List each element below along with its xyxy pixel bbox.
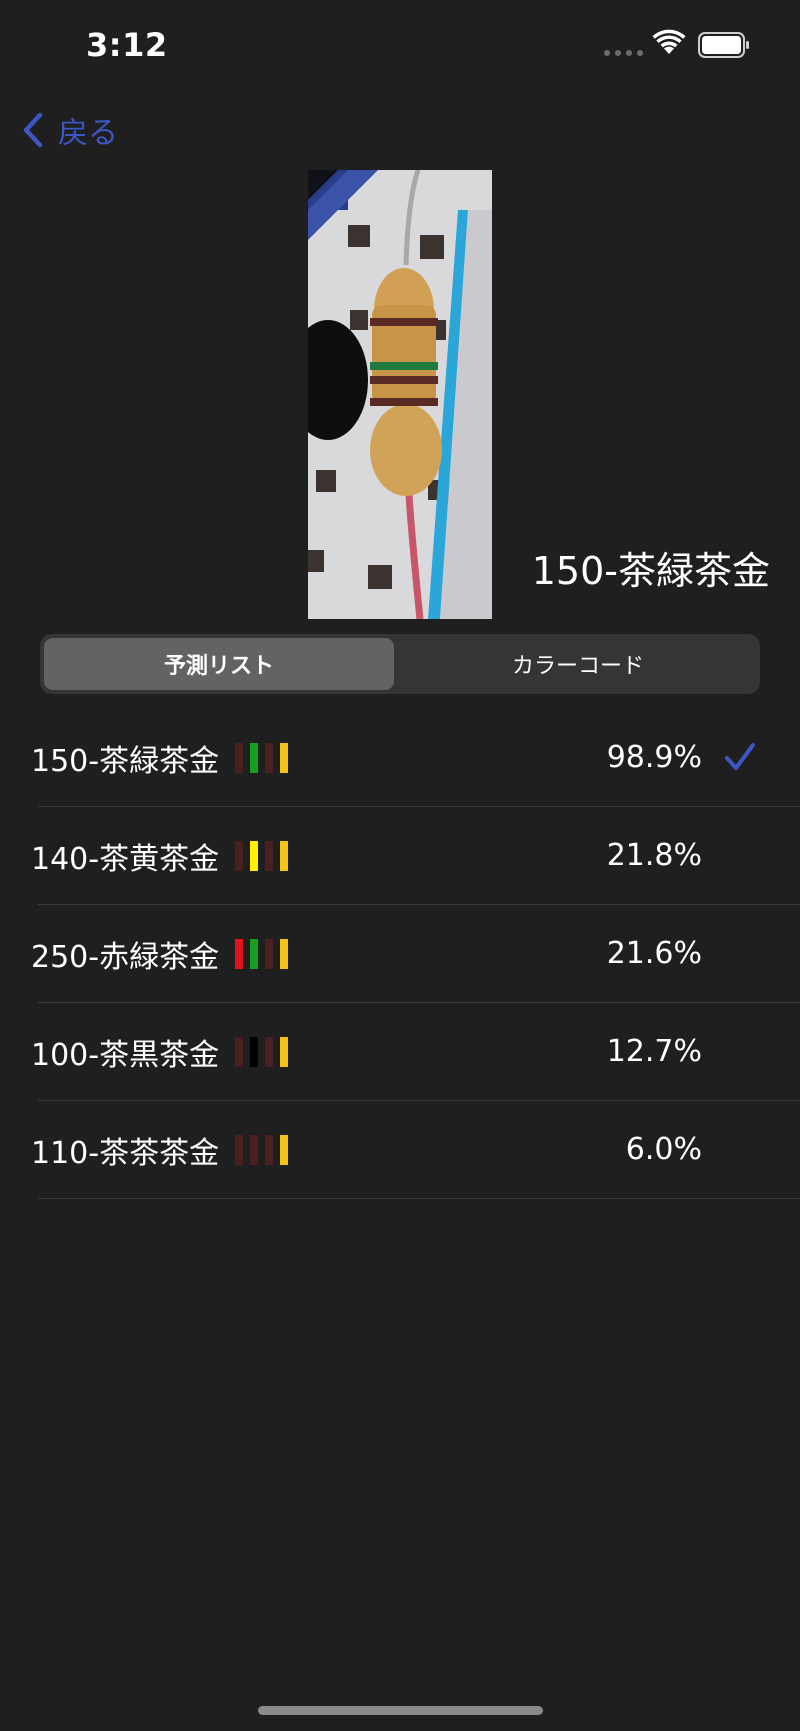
cellular-signal-icon (604, 50, 643, 56)
color-band (250, 841, 259, 871)
segmented-control: 予測リスト カラーコード (40, 634, 760, 694)
color-band (250, 743, 259, 773)
prediction-label: 100-茶黒茶金 (31, 1038, 220, 1073)
back-button[interactable]: 戻る (22, 106, 118, 154)
color-band (280, 1135, 289, 1165)
battery-icon (698, 32, 749, 58)
result-title: 150-茶緑茶金 (531, 549, 770, 593)
color-band (265, 1135, 274, 1165)
color-bands (235, 939, 289, 969)
status-time: 3:12 (86, 26, 168, 64)
color-band (235, 1037, 244, 1067)
home-indicator (258, 1706, 543, 1715)
prediction-label: 110-茶茶茶金 (31, 1136, 220, 1171)
color-band (265, 743, 274, 773)
tab-color-code[interactable]: カラーコード (400, 638, 756, 690)
resistor-photo (308, 170, 492, 619)
color-bands (235, 1135, 289, 1165)
list-item[interactable]: 100-茶黒茶金 12.7% (0, 1003, 800, 1101)
list-item-left: 100-茶黒茶金 (31, 1003, 289, 1101)
color-band (265, 1037, 274, 1067)
prediction-percent: 12.7% (606, 1034, 702, 1069)
checkmark-icon (725, 743, 755, 770)
color-band (250, 939, 259, 969)
color-band (280, 1037, 289, 1067)
list-item-left: 110-茶茶茶金 (31, 1101, 289, 1199)
color-bands (235, 841, 289, 871)
wifi-icon (652, 29, 686, 54)
prediction-percent: 21.8% (606, 838, 702, 873)
color-band (280, 939, 289, 969)
prediction-label: 140-茶黄茶金 (31, 842, 220, 877)
color-bands (235, 1037, 289, 1067)
color-band (265, 841, 274, 871)
list-item-left: 250-赤緑茶金 (31, 905, 289, 1003)
list-item[interactable]: 250-赤緑茶金 21.6% (0, 905, 800, 1003)
list-item-left: 140-茶黄茶金 (31, 807, 289, 905)
tab-prediction-list[interactable]: 予測リスト (44, 638, 394, 690)
prediction-label: 150-茶緑茶金 (31, 744, 220, 779)
status-bar: 3:12 (0, 0, 800, 90)
prediction-label: 250-赤緑茶金 (31, 940, 220, 975)
color-band (265, 939, 274, 969)
prediction-list: 150-茶緑茶金 98.9% 140-茶黄茶金 21.8% 250-赤緑茶金 21.6% 1… (0, 709, 800, 1199)
back-label: 戻る (58, 116, 118, 151)
chevron-left-icon (23, 112, 43, 148)
list-item[interactable]: 110-茶茶茶金 6.0% (0, 1101, 800, 1199)
prediction-percent: 6.0% (625, 1132, 702, 1167)
color-band (250, 1135, 259, 1165)
color-band (280, 743, 289, 773)
prediction-percent: 21.6% (606, 936, 702, 971)
list-item-left: 150-茶緑茶金 (31, 709, 289, 807)
color-band (235, 939, 244, 969)
color-band (235, 743, 244, 773)
color-band (280, 841, 289, 871)
color-band (235, 841, 244, 871)
prediction-percent: 98.9% (606, 740, 702, 775)
list-item[interactable]: 140-茶黄茶金 21.8% (0, 807, 800, 905)
color-band (250, 1037, 259, 1067)
color-band (235, 1135, 244, 1165)
color-bands (235, 743, 289, 773)
list-item[interactable]: 150-茶緑茶金 98.9% (0, 709, 800, 807)
